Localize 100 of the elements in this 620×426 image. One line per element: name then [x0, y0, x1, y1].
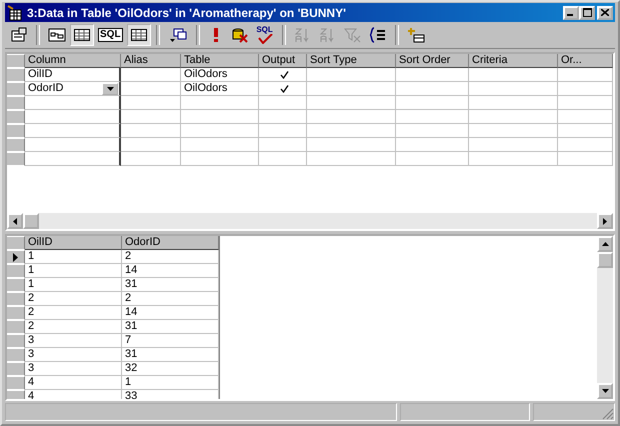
table-cell[interactable]: 1 [25, 264, 122, 278]
row-header[interactable] [7, 250, 25, 264]
table-cell[interactable] [307, 96, 396, 110]
table-cell[interactable]: 2 [122, 250, 219, 264]
table-cell[interactable]: OilOdors [181, 82, 259, 96]
table-cell[interactable] [396, 96, 469, 110]
grid-button[interactable] [70, 24, 94, 46]
table-cell[interactable] [558, 82, 613, 96]
output-cell[interactable] [259, 68, 307, 82]
table-cell[interactable] [121, 138, 181, 152]
column-header[interactable]: Or... [558, 54, 613, 68]
column-header[interactable]: Table [181, 54, 259, 68]
table-cell[interactable] [396, 68, 469, 82]
table-cell[interactable] [25, 124, 121, 138]
table-cell[interactable] [259, 124, 307, 138]
minimize-button[interactable] [563, 6, 579, 20]
table-cell[interactable]: 14 [122, 306, 219, 320]
results-button[interactable] [126, 24, 151, 46]
table-cell[interactable] [469, 152, 558, 166]
column-header[interactable]: OilID [25, 236, 122, 250]
table-cell[interactable] [396, 152, 469, 166]
table-cell[interactable] [181, 96, 259, 110]
table-cell[interactable]: OilOdors [181, 68, 259, 82]
table-cell[interactable] [25, 138, 121, 152]
table-cell[interactable]: 2 [122, 292, 219, 306]
table-cell[interactable] [121, 110, 181, 124]
table-cell[interactable] [307, 124, 396, 138]
table-cell[interactable] [121, 96, 181, 110]
column-header[interactable]: OdorID [122, 236, 219, 250]
maximize-button[interactable] [579, 6, 595, 20]
table-cell[interactable] [25, 152, 121, 166]
table-cell[interactable] [469, 138, 558, 152]
table-cell[interactable]: 3 [25, 348, 122, 362]
scroll-up-button[interactable] [597, 236, 613, 252]
table-cell[interactable] [121, 124, 181, 138]
table-cell[interactable] [469, 124, 558, 138]
table-cell[interactable] [558, 110, 613, 124]
table-cell[interactable] [181, 152, 259, 166]
table-cell[interactable] [396, 82, 469, 96]
column-header[interactable]: Criteria [469, 54, 558, 68]
table-cell[interactable] [558, 96, 613, 110]
table-cell[interactable]: 31 [122, 320, 219, 334]
table-cell[interactable] [307, 152, 396, 166]
table-cell[interactable]: 2 [25, 320, 122, 334]
table-cell[interactable] [121, 68, 181, 82]
table-cell[interactable]: 3 [25, 334, 122, 348]
dropdown-button[interactable] [102, 82, 118, 94]
table-cell[interactable]: 7 [122, 334, 219, 348]
table-cell[interactable] [469, 96, 558, 110]
table-cell[interactable] [558, 124, 613, 138]
table-cell[interactable]: OdorID [25, 82, 121, 96]
table-cell[interactable]: 31 [122, 278, 219, 292]
table-cell[interactable] [396, 124, 469, 138]
column-header[interactable]: Column [25, 54, 121, 68]
table-cell[interactable] [307, 82, 396, 96]
table-cell[interactable]: 14 [122, 264, 219, 278]
table-cell[interactable]: 31 [122, 348, 219, 362]
column-header[interactable]: Alias [121, 54, 181, 68]
column-header[interactable]: Sort Type [307, 54, 396, 68]
table-cell[interactable]: 32 [122, 362, 219, 376]
scroll-right-button[interactable] [597, 213, 613, 229]
table-cell[interactable]: 33 [122, 390, 219, 399]
table-cell[interactable]: 3 [25, 362, 122, 376]
table-cell[interactable] [396, 138, 469, 152]
table-cell[interactable] [259, 110, 307, 124]
table-cell[interactable] [121, 152, 181, 166]
table-cell[interactable] [259, 96, 307, 110]
table-cell[interactable]: 2 [25, 306, 122, 320]
scroll-left-button[interactable] [7, 213, 23, 229]
table-cell[interactable] [469, 110, 558, 124]
corner-header[interactable] [7, 236, 25, 250]
table-cell[interactable] [307, 110, 396, 124]
table-cell[interactable]: 2 [25, 292, 122, 306]
table-cell[interactable] [25, 110, 121, 124]
scroll-down-button[interactable] [597, 383, 613, 399]
table-cell[interactable] [181, 110, 259, 124]
table-cell[interactable] [259, 152, 307, 166]
table-cell[interactable] [181, 138, 259, 152]
table-cell[interactable] [469, 68, 558, 82]
close-button[interactable] [597, 6, 613, 20]
table-cell[interactable] [259, 138, 307, 152]
column-header[interactable]: Output [259, 54, 307, 68]
table-cell[interactable] [307, 138, 396, 152]
table-cell[interactable]: 1 [25, 250, 122, 264]
table-cell[interactable] [25, 96, 121, 110]
table-cell[interactable]: 4 [25, 376, 122, 390]
table-cell[interactable] [558, 68, 613, 82]
scrollbar-thumb[interactable] [23, 213, 39, 229]
table-cell[interactable]: 4 [25, 390, 122, 399]
table-cell[interactable] [181, 124, 259, 138]
table-cell[interactable]: 1 [25, 278, 122, 292]
table-cell[interactable] [307, 68, 396, 82]
column-header[interactable]: Sort Order [396, 54, 469, 68]
table-cell[interactable]: 1 [122, 376, 219, 390]
scrollbar-thumb[interactable] [597, 252, 613, 268]
table-cell[interactable] [558, 138, 613, 152]
table-cell[interactable] [121, 82, 181, 96]
table-cell[interactable] [558, 152, 613, 166]
table-cell[interactable] [396, 110, 469, 124]
output-cell[interactable] [259, 82, 307, 96]
